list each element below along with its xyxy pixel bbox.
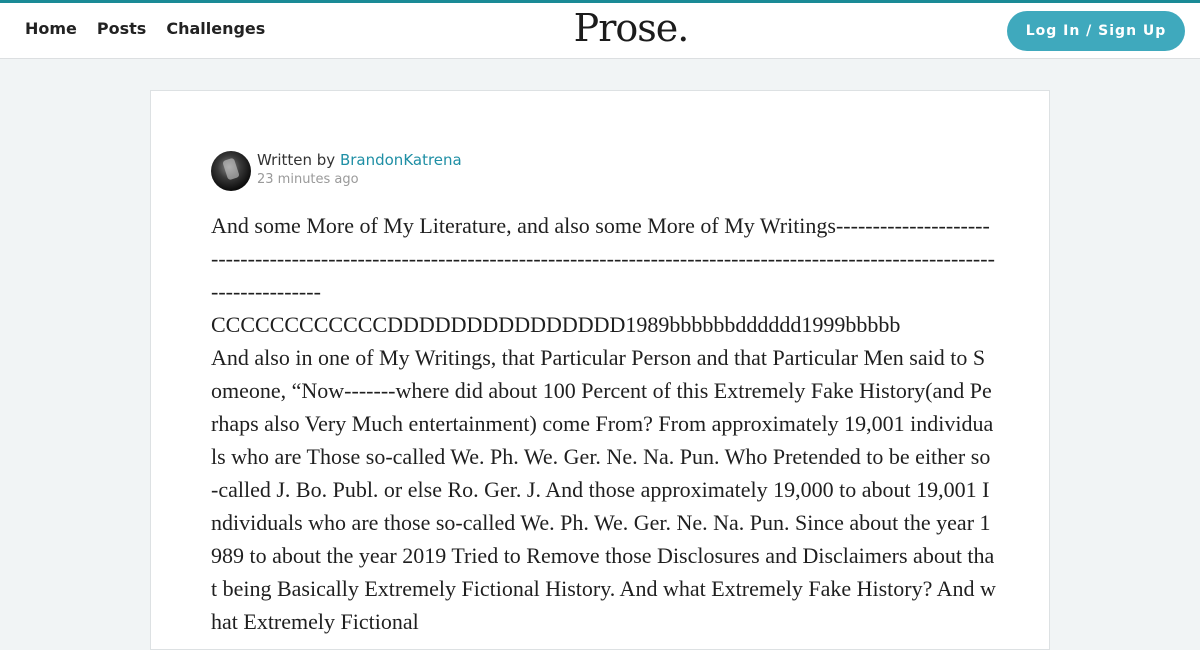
author-name-link[interactable]: BrandonKatrena — [340, 151, 462, 169]
post-body-text: And some More of My Literature, and also… — [211, 213, 996, 634]
post-card: Written by BrandonKatrena 23 minutes ago… — [150, 90, 1050, 650]
top-navigation-bar: Home Posts Challenges Prose. Log In / Si… — [0, 0, 1200, 59]
author-meta: Written by BrandonKatrena 23 minutes ago — [257, 151, 462, 187]
written-by-label: Written by — [257, 151, 336, 169]
written-by-line: Written by BrandonKatrena — [257, 151, 462, 169]
post-timestamp: 23 minutes ago — [257, 172, 359, 187]
author-avatar[interactable] — [211, 151, 251, 191]
login-signup-button[interactable]: Log In / Sign Up — [1007, 11, 1185, 51]
author-info: Written by BrandonKatrena 23 minutes ago — [211, 151, 462, 191]
